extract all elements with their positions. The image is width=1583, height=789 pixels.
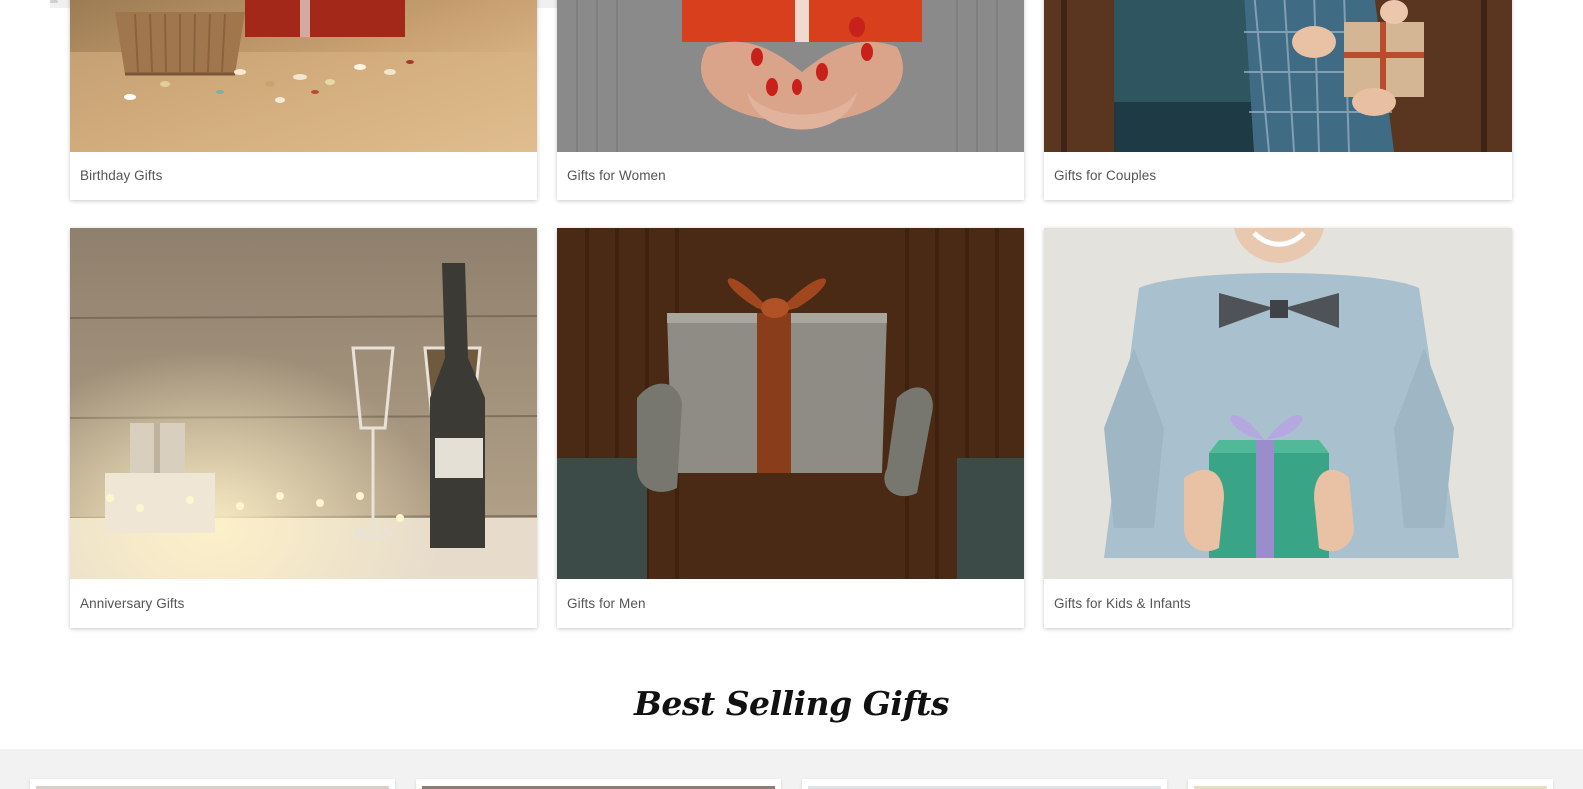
category-image-women xyxy=(557,0,1024,152)
section-title-best-selling: Best Selling Gifts xyxy=(634,684,949,723)
category-label: Gifts for Women xyxy=(567,168,666,183)
category-card-kids[interactable]: Gifts for Kids & Infants xyxy=(1044,228,1512,628)
category-image-anniversary xyxy=(70,228,537,579)
product-card[interactable] xyxy=(416,779,781,789)
category-card-couples[interactable]: Gifts for Couples xyxy=(1044,0,1512,200)
category-image-kids xyxy=(1044,228,1512,579)
category-label: Anniversary Gifts xyxy=(80,596,185,611)
product-card[interactable] xyxy=(1188,779,1553,789)
page: Birthday Gifts Gifts for Women Gifts for… xyxy=(0,0,1583,789)
category-card-men[interactable]: Gifts for Men xyxy=(557,228,1024,628)
category-image-men xyxy=(557,228,1024,579)
category-label: Birthday Gifts xyxy=(80,168,163,183)
category-card-women[interactable]: Gifts for Women xyxy=(557,0,1024,200)
category-card-birthday[interactable]: Birthday Gifts xyxy=(70,0,537,200)
product-card[interactable] xyxy=(30,779,395,789)
category-image-birthday xyxy=(70,0,537,152)
category-image-couples xyxy=(1044,0,1512,152)
header-overlay-icon xyxy=(50,0,58,3)
product-card[interactable] xyxy=(802,779,1167,789)
category-label: Gifts for Men xyxy=(567,596,646,611)
category-label: Gifts for Couples xyxy=(1054,168,1157,183)
category-card-anniversary[interactable]: Anniversary Gifts xyxy=(70,228,537,628)
category-label: Gifts for Kids & Infants xyxy=(1054,596,1191,611)
